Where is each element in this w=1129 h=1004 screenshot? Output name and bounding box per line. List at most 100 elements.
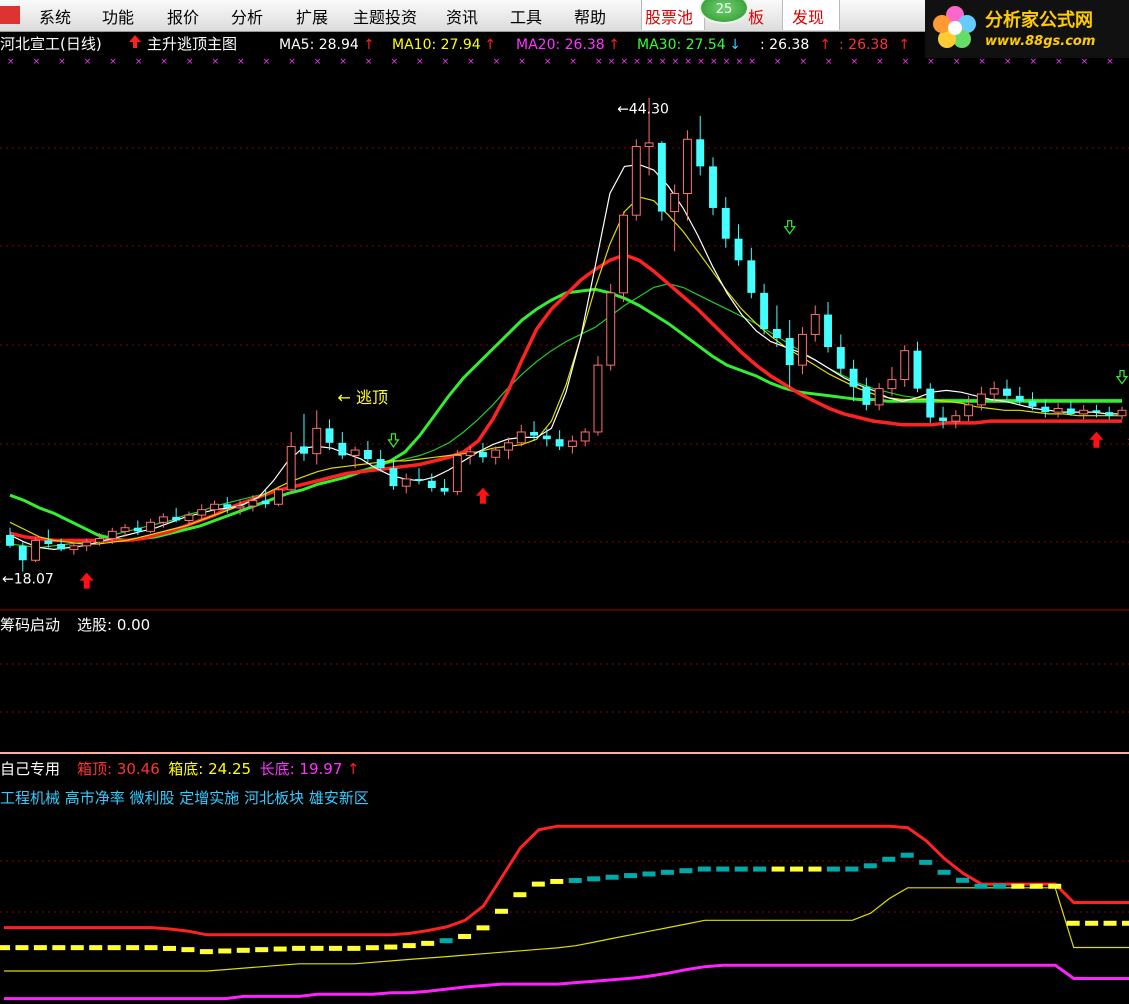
candle-body [989, 388, 999, 395]
candle-body [504, 442, 513, 451]
signal-mark: × [58, 57, 66, 67]
stepped-block [568, 877, 582, 883]
candle-body [631, 146, 641, 216]
notification-badge[interactable]: 25 [699, 0, 749, 24]
menu-item-quote[interactable]: 报价 [167, 4, 199, 28]
stepped-block [790, 866, 804, 872]
high-price-label: ←44.30 [617, 102, 669, 118]
signal-mark: × [493, 57, 501, 67]
candle-body [95, 538, 104, 543]
signal-mark: × [212, 57, 220, 67]
stepped-block [476, 925, 490, 931]
menu-item-news[interactable]: 资讯 [446, 4, 478, 28]
stepped-block [513, 892, 527, 898]
menu-item-tools[interactable]: 工具 [510, 4, 542, 28]
stepped-block [439, 938, 453, 944]
stepped-block [992, 883, 1006, 889]
signal-mark: × [416, 57, 424, 67]
menu-item-system[interactable]: 系统 [39, 4, 71, 28]
stepped-block [292, 945, 306, 951]
buy-arrow-icon [79, 572, 94, 589]
menu-item-stock-pool[interactable]: 股票池 [645, 4, 693, 28]
stepped-block [974, 883, 988, 889]
panel3-long-bottom-line [4, 963, 1129, 1001]
signal-mark: × [927, 57, 935, 67]
stepped-block [15, 945, 29, 951]
signal-mark: × [237, 57, 245, 67]
sell-arrow-icon [1115, 370, 1129, 385]
candle-body [415, 478, 423, 481]
signal-mark: × [1081, 57, 1089, 67]
stepped-block [1011, 883, 1025, 889]
candle-body [567, 440, 577, 447]
panel3-value-label: 箱顶: 30.46 [77, 760, 160, 778]
candle-body [1015, 395, 1024, 402]
sector-tags: 工程机械 高市净率 微利股 定增实施 河北板块 雄安新区 [0, 789, 369, 807]
menu-item-theme-invest[interactable]: 主题投资 [353, 4, 417, 28]
candle-body [516, 431, 526, 444]
stepped-block [1122, 920, 1129, 926]
menu-item-analysis[interactable]: 分析 [231, 4, 263, 28]
candle-body [325, 428, 334, 443]
stepped-block [273, 946, 287, 952]
candle-body [542, 435, 551, 440]
candle-body [1053, 407, 1063, 413]
signal-mark: × [544, 57, 552, 67]
stepped-block [826, 866, 840, 872]
signal-mark: × [33, 57, 41, 67]
sell-arrow-icon [783, 220, 796, 235]
ma5-line [9, 163, 1122, 551]
candle-body [670, 193, 680, 213]
candle-body [197, 509, 207, 516]
signal-mark: × [186, 57, 194, 67]
stepped-block [531, 881, 545, 887]
stepped-block [218, 948, 232, 954]
candle-body [452, 454, 462, 493]
signal-mark: × [442, 57, 450, 67]
menu-item-extend[interactable]: 扩展 [296, 4, 328, 28]
signal-mark: × [1004, 57, 1012, 67]
menu-item-discover[interactable]: 发现 [792, 4, 824, 28]
stepped-block [1085, 920, 1099, 926]
stepped-block [255, 947, 269, 953]
candle-body [1117, 409, 1127, 417]
stepped-block [697, 866, 711, 872]
stepped-block [52, 945, 66, 951]
candle-body [1041, 406, 1050, 413]
stepped-block [199, 949, 213, 955]
stepped-block [384, 944, 398, 950]
signal-mark: × [876, 57, 884, 67]
menu-item-function[interactable]: 功能 [102, 4, 134, 28]
candle-body [874, 388, 884, 406]
signal-mark: × [710, 57, 718, 67]
signal-mark: × [314, 57, 322, 67]
stepped-block [882, 856, 896, 862]
menu-item-help[interactable]: 帮助 [574, 4, 606, 28]
candle-body [747, 260, 756, 293]
candle-body [273, 489, 283, 505]
candle-body [1092, 410, 1101, 413]
candle-body [491, 449, 501, 458]
stepped-block [550, 878, 564, 884]
candle-body [644, 142, 654, 148]
signal-mark: × [748, 57, 756, 67]
candle-body [427, 480, 436, 488]
panel3-value-label: 箱底: 24.25 [168, 760, 251, 778]
candle-body [31, 539, 41, 561]
low-price-label: ←18.07 [2, 572, 54, 588]
candle-body [120, 527, 130, 532]
candle-body [6, 534, 14, 546]
candle-body [580, 431, 590, 442]
stepped-block [956, 877, 970, 883]
signal-mark: × [902, 57, 910, 67]
ma-arrow-icon: ↑ [898, 37, 910, 53]
candle-body [44, 540, 53, 544]
signal-mark: × [825, 57, 833, 67]
candle-body [1003, 388, 1011, 396]
indicator-name: 主升逃顶主图 [147, 35, 237, 53]
candle-body [682, 138, 692, 195]
up-arrow-icon: ↑ [347, 760, 360, 778]
ma30-line [9, 287, 1122, 542]
candle-body [248, 500, 258, 507]
menu-item-board[interactable]: 板 [748, 4, 764, 28]
